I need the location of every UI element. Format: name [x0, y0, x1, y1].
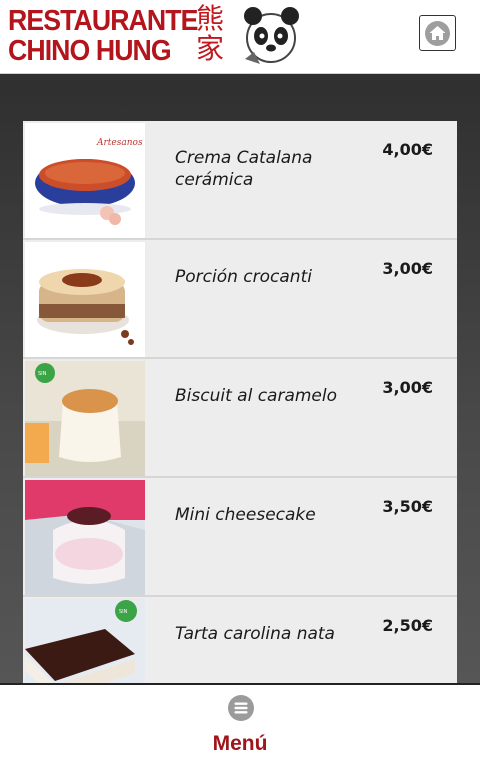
image-caption: Artesanos: [96, 138, 143, 148]
logo-cjk-top: 熊: [196, 2, 225, 35]
item-price: 2,50€: [382, 616, 433, 635]
item-name: Porción crocanti: [175, 267, 312, 287]
item-price: 4,00€: [382, 140, 433, 159]
bottom-menu-bar[interactable]: Menú: [0, 683, 480, 760]
biscuit-caramelo-image: SIN: [25, 361, 145, 476]
logo-wordmark: RESTAURANTE CHINO HUNG: [8, 5, 198, 67]
item-name: Crema Catalana cerámica: [175, 148, 313, 190]
item-price: 3,00€: [382, 378, 433, 397]
logo-chinese-characters: 熊 家: [196, 4, 224, 64]
menu-button-label[interactable]: Menú: [0, 732, 480, 756]
list-item[interactable]: Porción crocanti 3,00€: [23, 240, 457, 359]
mini-cheesecake-image: [25, 480, 145, 595]
crema-catalana-image: Artesanos: [25, 123, 145, 238]
logo-line-2: CHINO HUNG: [8, 35, 172, 67]
porcion-crocanti-image: [25, 242, 145, 357]
item-name: Tarta carolina nata: [175, 624, 335, 644]
logo-line-1: RESTAURANTE: [8, 5, 198, 37]
dessert-list: Artesanos Crema Catalana cerámica 4,00€: [23, 121, 457, 716]
item-name: Mini cheesecake: [175, 505, 316, 525]
home-icon: [425, 21, 450, 46]
svg-text:SIN: SIN: [38, 371, 47, 377]
panda-icon: [244, 7, 299, 64]
home-button[interactable]: [419, 15, 456, 51]
list-item[interactable]: Artesanos Crema Catalana cerámica 4,00€: [23, 121, 457, 240]
logo-cjk-bottom: 家: [196, 32, 225, 65]
list-item[interactable]: Mini cheesecake 3,50€: [23, 478, 457, 597]
item-name: Biscuit al caramelo: [175, 386, 338, 406]
item-price: 3,50€: [382, 497, 433, 516]
list-item[interactable]: SIN Biscuit al caramelo 3,00€: [23, 359, 457, 478]
app-header: RESTAURANTE CHINO HUNG 熊 家: [0, 0, 480, 74]
hamburger-menu-icon[interactable]: [228, 695, 254, 721]
item-price: 3,00€: [382, 259, 433, 278]
svg-text:SIN: SIN: [119, 609, 128, 615]
